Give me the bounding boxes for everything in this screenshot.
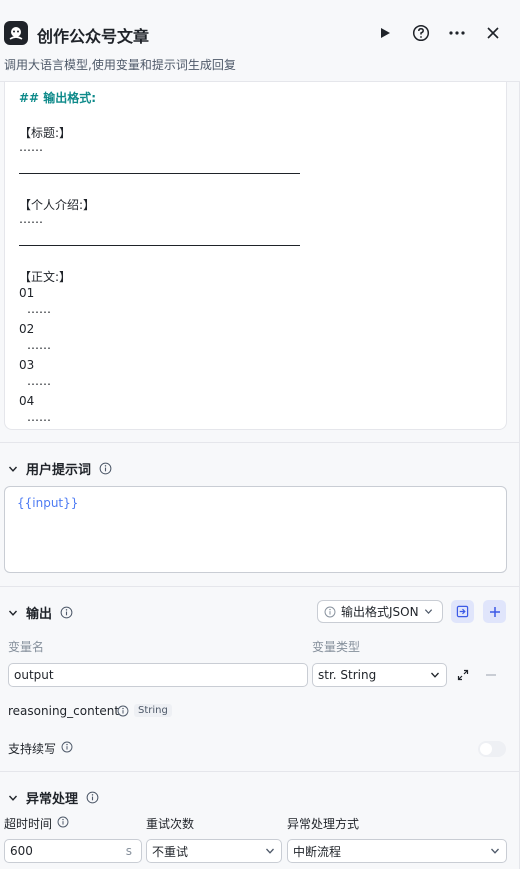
prompt-number: 04 [19, 394, 35, 408]
retry-select[interactable]: 不重试 [146, 839, 282, 863]
node-config-panel: 创作公众号文章 调用大语言模型,使用变量和提示词生成回复 ## 输出格式: 【标… [0, 0, 520, 869]
prompt-dots: …… [19, 212, 43, 226]
llm-node-icon [4, 21, 28, 45]
node-title[interactable]: 创作公众号文章 [37, 23, 149, 47]
timeout-value: 600 [10, 844, 33, 858]
info-icon[interactable] [61, 741, 73, 753]
exception-title: 异常处理 [26, 792, 79, 807]
panel-header: 创作公众号文章 调用大语言模型,使用变量和提示词生成回复 [0, 0, 520, 82]
prompt-separator [19, 245, 300, 246]
var-name-label: 变量名 [8, 640, 45, 654]
plus-icon [489, 606, 500, 617]
timeout-label: 超时时间 [4, 817, 53, 831]
output-format-label: 输出格式JSON [341, 605, 419, 619]
node-description: 调用大语言模型,使用变量和提示词生成回复 [4, 58, 236, 72]
timeout-input[interactable]: 600 s [4, 839, 142, 863]
import-icon [456, 605, 469, 618]
expand-icon[interactable] [457, 669, 469, 681]
info-icon[interactable] [99, 462, 112, 475]
continue-toggle[interactable] [478, 741, 506, 757]
type-badge: String [134, 704, 172, 717]
chevron-down-icon [266, 848, 274, 854]
user-prompt-input[interactable]: {{input}} [4, 486, 507, 573]
run-icon[interactable] [374, 22, 396, 44]
prompt-number: 02 [19, 322, 35, 336]
var-type-label: 变量类型 [312, 640, 361, 654]
more-icon[interactable] [446, 22, 468, 44]
output-format-select[interactable]: 输出格式JSON [317, 600, 443, 623]
info-icon[interactable] [86, 791, 99, 804]
var-type-select[interactable]: str. String [312, 663, 447, 687]
chevron-down-icon[interactable] [8, 608, 18, 618]
handling-select[interactable]: 中断流程 [287, 839, 507, 863]
chevron-down-icon [491, 848, 499, 854]
prompt-title-label: 【标题:】 [19, 126, 72, 140]
var-name-input[interactable]: output [8, 663, 308, 687]
chevron-down-icon[interactable] [8, 793, 18, 803]
timeout-unit: s [125, 844, 132, 858]
prompt-separator [19, 173, 300, 174]
prompt-heading: ## 输出格式: [19, 91, 97, 105]
system-prompt-editor[interactable]: ## 输出格式: 【标题:】 …… 【个人介绍:】 …… 【正文:】 01 ……… [4, 82, 507, 430]
output-title: 输出 [26, 607, 53, 622]
info-icon[interactable] [57, 816, 69, 828]
chevron-down-icon [431, 672, 439, 678]
help-icon[interactable] [410, 22, 432, 44]
var-type-value: str. String [318, 668, 377, 682]
prompt-body-label: 【正文:】 [19, 270, 72, 284]
prompt-dots: …… [27, 302, 51, 316]
reasoning-content-label: reasoning_content [8, 704, 120, 718]
prompt-dots: …… [27, 374, 51, 388]
user-prompt-title: 用户提示词 [26, 463, 92, 478]
prompt-number: 01 [19, 286, 35, 300]
handling-value: 中断流程 [293, 844, 342, 859]
handling-label: 异常处理方式 [287, 817, 360, 831]
retry-value: 不重试 [152, 844, 189, 859]
prompt-dots: …… [19, 140, 43, 154]
prompt-dots: …… [27, 410, 51, 424]
chevron-down-icon [424, 609, 432, 614]
close-icon[interactable] [482, 22, 504, 44]
remove-icon[interactable] [486, 674, 496, 676]
section-divider [0, 586, 520, 587]
prompt-number: 03 [19, 358, 35, 372]
exception-header[interactable]: 异常处理 [8, 788, 99, 807]
info-icon[interactable] [117, 705, 129, 717]
retry-label: 重试次数 [146, 817, 195, 831]
section-divider [0, 442, 520, 443]
info-icon[interactable] [60, 606, 73, 619]
info-icon [324, 606, 336, 617]
import-variable-button[interactable] [451, 600, 474, 623]
chevron-down-icon[interactable] [8, 464, 18, 474]
section-divider [0, 771, 520, 772]
output-header[interactable]: 输出 [8, 603, 73, 622]
user-prompt-value: {{input}} [17, 496, 79, 510]
prompt-dots: …… [27, 338, 51, 352]
add-output-button[interactable] [483, 600, 506, 623]
continue-label: 支持续写 [8, 742, 57, 756]
user-prompt-header[interactable]: 用户提示词 [8, 459, 112, 478]
prompt-intro-label: 【个人介绍:】 [19, 198, 96, 212]
